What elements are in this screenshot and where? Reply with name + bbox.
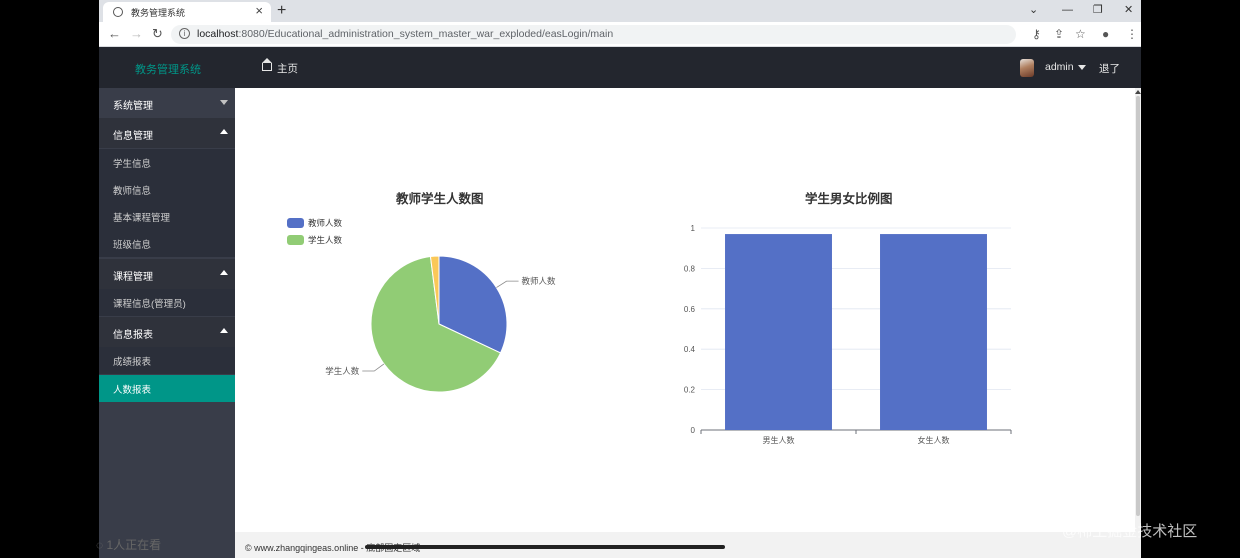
x-tick-label: 男生人数	[763, 435, 795, 445]
close-tab-icon[interactable]: ×	[255, 4, 263, 18]
sidebar-group-label: 系统管理	[113, 101, 153, 112]
sidebar-group-label: 信息报表	[113, 330, 153, 341]
app-logo: 教务管理系统	[135, 64, 201, 76]
sidebar-item-headcount-report[interactable]: 人数报表	[99, 375, 235, 402]
viewer-count-label: 1人正在看	[106, 538, 162, 552]
scrollbar-thumb[interactable]	[1136, 96, 1140, 516]
url-text: localhost:8080/Educational_administratio…	[197, 28, 614, 40]
pie-chart: 教师人数学生人数教师人数学生人数	[287, 218, 557, 393]
key-icon[interactable]: ⚷	[1032, 26, 1041, 42]
y-tick-label: 0.8	[684, 264, 696, 273]
restore-icon[interactable]: ❐	[1093, 1, 1103, 19]
sidebar-item-label: 课程信息(管理员)	[113, 299, 186, 310]
legend-swatch	[287, 218, 304, 228]
sidebar-group-system[interactable]: 系统管理	[99, 88, 235, 118]
user-menu[interactable]: admin	[1045, 61, 1086, 73]
username: admin	[1045, 61, 1074, 73]
pie-slice-label: 学生人数	[325, 366, 360, 376]
tab-title: 教务管理系统	[131, 8, 186, 18]
sidebar-item-basic-courses[interactable]: 基本课程管理	[99, 203, 235, 230]
home-icon	[262, 58, 272, 71]
legend-label: 教师人数	[308, 218, 343, 228]
bar-chart: 0 0.2 0.4 0.6 0.8 1 男生人数 女生人数	[684, 224, 1012, 445]
bar	[880, 234, 987, 430]
y-tick-label: 1	[691, 224, 696, 233]
browser-window: 教务管理系统 × + ⌄ — ❐ ✕ ← → ↻ i localhost:808…	[99, 0, 1141, 558]
chevron-up-icon	[220, 129, 228, 134]
chevron-up-icon	[220, 270, 228, 275]
home-label: 主页	[277, 63, 298, 75]
sidebar-item-label: 成绩报表	[113, 357, 152, 368]
minimize-icon[interactable]: —	[1062, 1, 1073, 19]
watermark: @稀土掘金技术社区	[1062, 523, 1198, 540]
sidebar-item-label: 班级信息	[113, 240, 152, 251]
new-tab-icon[interactable]: +	[277, 1, 286, 21]
menu-dots-icon[interactable]: ⋮	[1126, 26, 1138, 42]
pie-chart-title: 教师学生人数图	[396, 192, 484, 206]
sidebar-group-reports[interactable]: 信息报表	[99, 317, 235, 347]
site-info-icon[interactable]: i	[179, 28, 190, 39]
chevron-down-icon	[220, 100, 228, 105]
tab-strip: 教务管理系统 × + ⌄ — ❐ ✕	[99, 0, 1141, 22]
sidebar-group-info[interactable]: 信息管理	[99, 118, 235, 148]
profile-icon[interactable]: ●	[1102, 26, 1109, 42]
y-tick-label: 0.2	[684, 386, 696, 395]
chevron-down-icon[interactable]: ⌄	[1029, 1, 1038, 19]
home-link[interactable]: 主页	[262, 58, 298, 76]
sidebar-item-students[interactable]: 学生信息	[99, 149, 235, 176]
video-progress-bar[interactable]	[365, 545, 725, 549]
forward-icon[interactable]: →	[130, 26, 143, 42]
share-icon[interactable]: ⇪	[1054, 26, 1064, 42]
sidebar-item-label: 基本课程管理	[113, 213, 171, 224]
logout-link[interactable]: 退了	[1099, 61, 1120, 76]
x-tick-label: 女生人数	[918, 435, 950, 445]
sidebar-group-courses[interactable]: 课程管理	[99, 259, 235, 289]
sidebar-group-label: 课程管理	[113, 272, 153, 283]
sidebar-item-course-info[interactable]: 课程信息(管理员)	[99, 289, 235, 316]
pie-label-line	[496, 280, 519, 288]
close-window-icon[interactable]: ✕	[1124, 1, 1133, 19]
sidebar-item-classes[interactable]: 班级信息	[99, 230, 235, 257]
reload-icon[interactable]: ↻	[152, 26, 163, 42]
scroll-up-icon[interactable]	[1135, 90, 1141, 94]
avatar[interactable]	[1020, 59, 1034, 77]
pie-label-line	[362, 363, 385, 372]
app-header: 教务管理系统 主页 admin 退了	[99, 47, 1141, 88]
star-icon[interactable]: ☆	[1075, 26, 1086, 42]
sidebar: 系统管理 信息管理 学生信息 教师信息 基本课程管理 班级信息 课程管理 课程信…	[99, 88, 235, 558]
sidebar-item-teachers[interactable]: 教师信息	[99, 176, 235, 203]
bar-chart-title: 学生男女比例图	[805, 192, 893, 206]
viewer-count: ◌ 1人正在看	[96, 536, 161, 553]
y-tick-label: 0.6	[684, 305, 696, 314]
chevron-down-icon	[1077, 64, 1086, 70]
legend-swatch	[287, 235, 304, 245]
browser-tab[interactable]: 教务管理系统 ×	[103, 2, 271, 22]
sidebar-group-label: 信息管理	[113, 131, 153, 142]
sidebar-item-grade-report[interactable]: 成绩报表	[99, 347, 235, 374]
sidebar-item-label: 教师信息	[113, 186, 152, 197]
chevron-up-icon	[220, 328, 228, 333]
y-tick-label: 0.4	[684, 345, 696, 354]
viewers-icon: ◌	[96, 538, 107, 552]
pie-slice-label: 教师人数	[522, 276, 557, 286]
bar	[725, 234, 832, 430]
url-input[interactable]: i localhost:8080/Educational_administrat…	[171, 25, 1016, 44]
sidebar-item-label: 人数报表	[113, 385, 152, 396]
address-bar: ← → ↻ i localhost:8080/Educational_admin…	[99, 22, 1141, 47]
back-icon[interactable]: ←	[108, 26, 121, 42]
main-content: 教师学生人数图 教师人数 学生人数 教师人数 学生人数 学生男女比例图 0 0.2 0.4…	[235, 88, 1141, 532]
legend-label: 学生人数	[308, 235, 343, 245]
y-tick-label: 0	[691, 426, 696, 435]
sidebar-item-label: 学生信息	[113, 159, 152, 170]
favicon-icon	[113, 7, 123, 17]
